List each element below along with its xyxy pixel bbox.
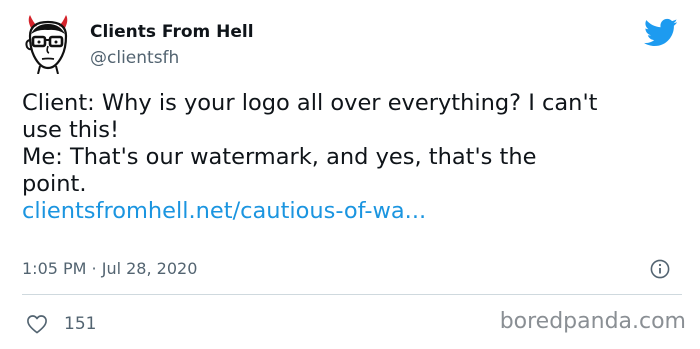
info-icon[interactable] [650, 259, 670, 279]
tweet-timestamp[interactable]: 1:05 PM · Jul 28, 2020 [22, 259, 197, 278]
tweet-text-line: Client: Why is your logo all over everyt… [22, 90, 598, 116]
heart-icon[interactable] [26, 314, 48, 334]
tweet-link[interactable]: clientsfromhell.net/cautious-of-wa... [22, 198, 682, 225]
author-handle[interactable]: @clientsfh [90, 48, 179, 68]
like-count: 151 [64, 314, 97, 334]
tweet-card: Clients From Hell @clientsfh Client: Why… [0, 0, 700, 349]
tweet-text-line: use this! [22, 117, 120, 143]
author-name[interactable]: Clients From Hell [90, 22, 254, 42]
watermark: boredpanda.com [499, 309, 686, 334]
like-action[interactable]: 151 [26, 312, 96, 336]
twitter-bird-icon[interactable] [644, 18, 678, 48]
tweet-body: Client: Why is your logo all over everyt… [22, 90, 682, 225]
avatar[interactable] [22, 14, 74, 74]
tweet-text-line: point. [22, 171, 87, 197]
tweet-text-line: Me: That's our watermark, and yes, that'… [22, 144, 537, 170]
divider [22, 294, 682, 295]
